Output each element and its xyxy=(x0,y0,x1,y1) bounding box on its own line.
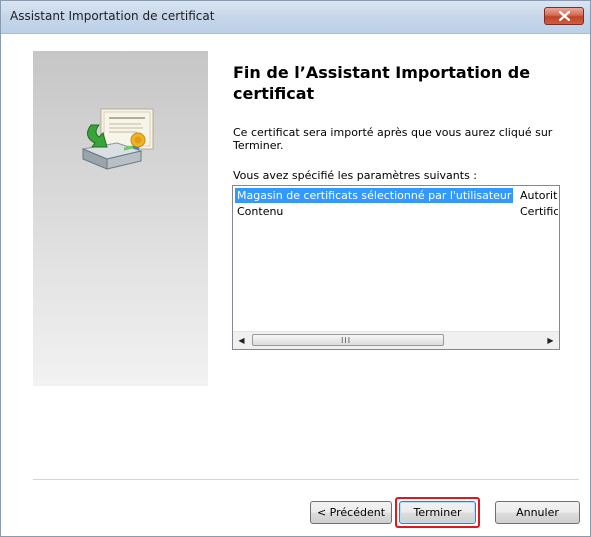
scroll-left-icon[interactable]: ◀ xyxy=(233,332,250,349)
list-item[interactable]: Contenu Certificat xyxy=(233,204,559,219)
page-heading: Fin de l’Assistant Importation de certif… xyxy=(233,63,531,103)
horizontal-scrollbar[interactable]: ◀ III ▶ xyxy=(233,331,559,349)
setting-name: Contenu xyxy=(237,205,284,218)
scroll-right-icon[interactable]: ▶ xyxy=(542,332,559,349)
settings-listbox[interactable]: Magasin de certificats sélectionné par l… xyxy=(232,185,560,350)
finish-button[interactable]: Terminer xyxy=(399,501,476,524)
close-icon xyxy=(559,11,570,21)
previous-button[interactable]: < Précédent xyxy=(310,501,392,524)
window-title: Assistant Importation de certificat xyxy=(10,9,215,23)
certificate-import-icon xyxy=(81,108,154,170)
setting-value: Certificat xyxy=(520,205,558,218)
scroll-grip-icon: III xyxy=(341,336,352,345)
footer-separator xyxy=(33,479,579,481)
cancel-button[interactable]: Annuler xyxy=(495,501,580,524)
setting-name: Magasin de certificats sélectionné par l… xyxy=(235,188,514,203)
certificate-import-wizard-window: Assistant Importation de certificat Fin … xyxy=(0,0,591,537)
wizard-content: Fin de l’Assistant Importation de certif… xyxy=(7,39,584,530)
title-bar[interactable]: Assistant Importation de certificat xyxy=(1,1,590,34)
wizard-side-panel xyxy=(33,51,208,386)
page-description: Ce certificat sera importé après que vou… xyxy=(233,126,553,152)
scroll-thumb[interactable]: III xyxy=(252,334,444,346)
list-item[interactable]: Magasin de certificats sélectionné par l… xyxy=(233,188,559,203)
settings-list-label: Vous avez spécifié les paramètres suivan… xyxy=(233,169,478,182)
close-button[interactable] xyxy=(544,7,584,25)
setting-value: Autorités xyxy=(520,189,558,202)
